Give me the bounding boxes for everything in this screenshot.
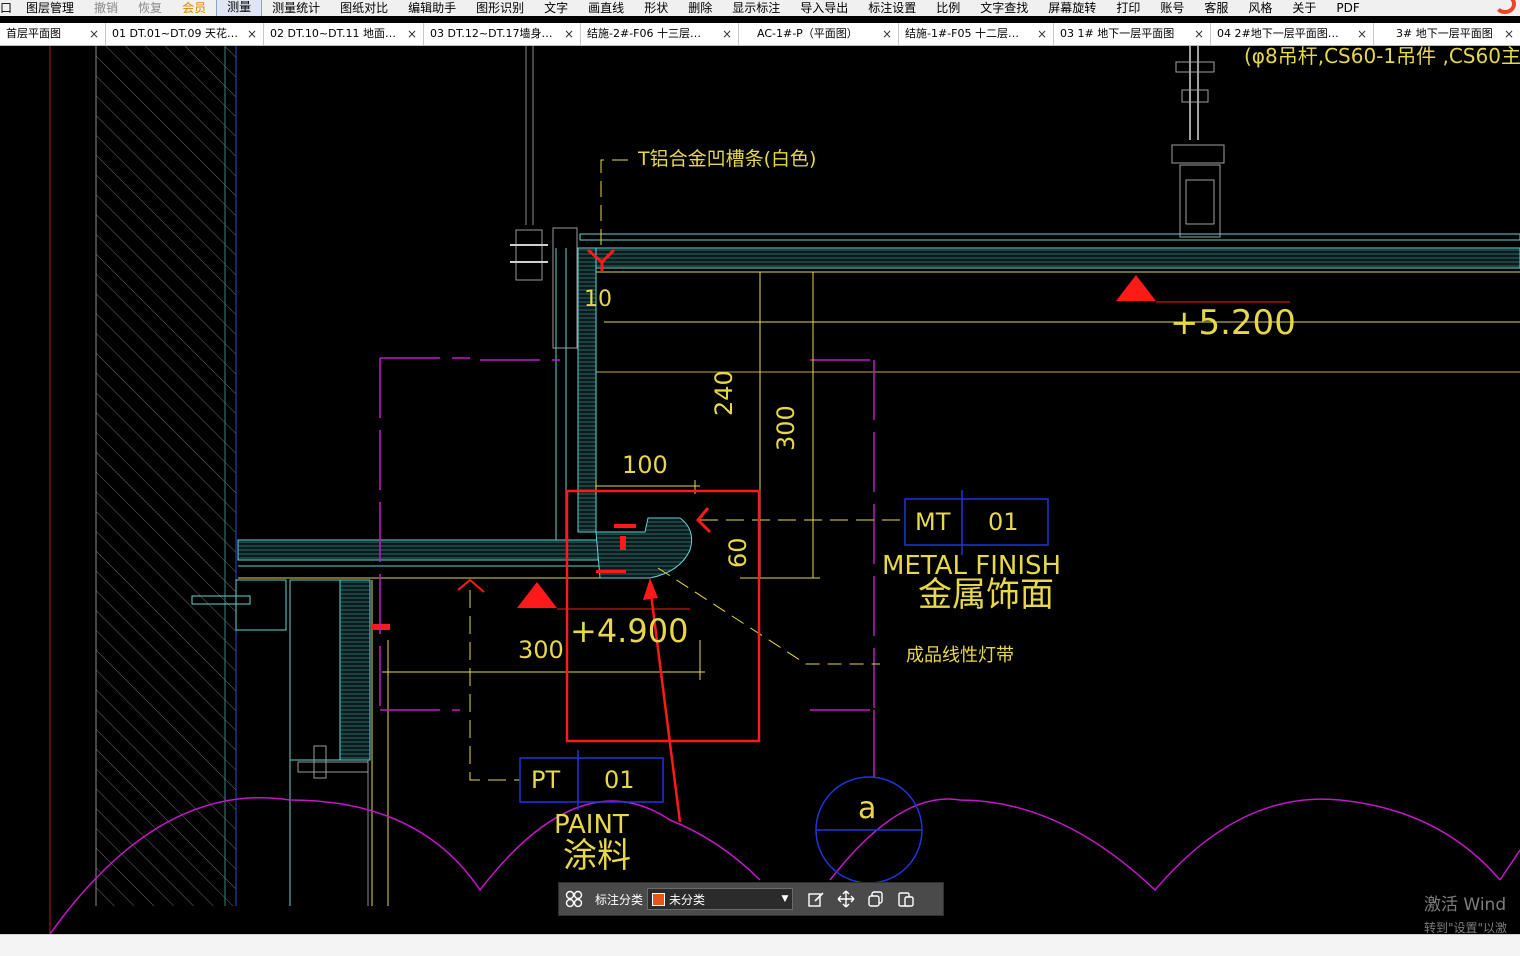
elevation-upper: +5.200 xyxy=(1170,303,1296,343)
tab-doc-6[interactable]: AC-1#-P（平面图） × xyxy=(739,23,899,45)
dim-10: 10 xyxy=(584,287,612,312)
tab-doc-3[interactable]: 02 DT.10~DT.11 地面… × xyxy=(264,23,424,45)
t-strip-label: T铝合金凹槽条(白色) xyxy=(638,148,817,170)
menu-measure-stats[interactable]: 测量统计 xyxy=(262,0,330,16)
menu-show-annotations[interactable]: 显示标注 xyxy=(722,0,790,16)
dim-300-horizontal: 300 xyxy=(518,636,564,664)
close-icon[interactable]: × xyxy=(564,23,574,45)
annotation-toolbar: 标注分类 未分类 ▼ xyxy=(558,882,944,916)
tab-label: 02 DT.10~DT.11 地面… xyxy=(270,27,396,40)
copy-icon[interactable] xyxy=(861,884,891,914)
menu-member[interactable]: 会员 xyxy=(172,0,216,16)
tab-label: 结施-2#-F06 十三层… xyxy=(587,27,701,40)
menu-layer-manage[interactable]: 图层管理 xyxy=(16,0,84,16)
tab-label: 03 DT.12~DT.17墙身… xyxy=(430,27,553,40)
close-icon[interactable]: × xyxy=(1194,23,1204,45)
category-select[interactable]: 未分类 ▼ xyxy=(647,888,794,910)
activation-watermark: 激活 Wind 转到"设置"以激 xyxy=(1424,890,1507,936)
wall-hatch xyxy=(96,46,236,906)
move-icon[interactable] xyxy=(831,884,861,914)
elevation-lower: +4.900 xyxy=(570,612,689,650)
menu-about[interactable]: 关于 xyxy=(1282,0,1326,16)
app-logo-icon xyxy=(1494,0,1516,14)
paste-icon[interactable] xyxy=(891,884,921,914)
tab-doc-4[interactable]: 03 DT.12~DT.17墙身… × xyxy=(424,23,581,45)
menu-item-0[interactable]: 口 xyxy=(0,0,16,16)
menu-edit-assistant[interactable]: 编辑助手 xyxy=(398,0,466,16)
grid-apps-icon[interactable] xyxy=(559,884,589,914)
dim-60: 60 xyxy=(724,537,752,568)
menu-shape[interactable]: 形状 xyxy=(634,0,678,16)
menu-annotation-settings[interactable]: 标注设置 xyxy=(858,0,926,16)
led-strip-label: 成品线性灯带 xyxy=(906,645,1014,666)
tab-doc-9[interactable]: 04 2#地下一层平面图… × xyxy=(1211,23,1374,45)
menu-pdf[interactable]: PDF xyxy=(1326,0,1369,16)
tab-label: 01 DT.01~DT.09 天花… xyxy=(112,27,238,40)
menu-draw-line[interactable]: 画直线 xyxy=(578,0,634,16)
menu-text[interactable]: 文字 xyxy=(534,0,578,16)
close-icon[interactable]: × xyxy=(1504,23,1514,45)
dim-300-vertical: 300 xyxy=(772,405,800,451)
dim-240: 240 xyxy=(710,370,738,416)
edit-icon[interactable] xyxy=(801,884,831,914)
tab-doc-1[interactable]: 首层平面图 × xyxy=(0,23,106,45)
section-mark-letter: a xyxy=(858,791,877,826)
menu-measure[interactable]: 测量 xyxy=(216,0,263,16)
dim-100: 100 xyxy=(622,451,668,479)
close-icon[interactable]: × xyxy=(1037,23,1047,45)
tag-mt-number: 01 xyxy=(988,508,1019,536)
close-icon[interactable]: × xyxy=(407,23,417,45)
cad-drawing xyxy=(49,46,1520,934)
tab-label: 04 2#地下一层平面图… xyxy=(1217,27,1339,40)
watermark-line-2: 转到"设置"以激 xyxy=(1424,921,1508,935)
tab-doc-7[interactable]: 结施-1#-F05 十二层… × xyxy=(899,23,1054,45)
close-icon[interactable]: × xyxy=(882,23,892,45)
watermark-line-1: 激活 Wind xyxy=(1424,895,1507,915)
paint-en: PAINT xyxy=(554,810,629,840)
chevron-down-icon: ▼ xyxy=(781,894,789,904)
menu-print[interactable]: 打印 xyxy=(1106,0,1150,16)
menu-undo[interactable]: 撤销 xyxy=(84,0,128,16)
document-tab-bar: 首层平面图 × 01 DT.01~DT.09 天花… × 02 DT.10~DT.1… xyxy=(0,23,1520,46)
menu-delete[interactable]: 删除 xyxy=(678,0,722,16)
status-strip xyxy=(0,934,1520,956)
tab-doc-2[interactable]: 01 DT.01~DT.09 天花… × xyxy=(106,23,264,45)
tab-label: 首层平面图 xyxy=(6,27,61,40)
close-icon[interactable]: × xyxy=(1357,23,1367,45)
menu-text-search[interactable]: 文字查找 xyxy=(970,0,1038,16)
menu-import-export[interactable]: 导入导出 xyxy=(790,0,858,16)
menu-screen-rotate[interactable]: 屏幕旋转 xyxy=(1038,0,1106,16)
close-icon[interactable]: × xyxy=(89,23,99,45)
menu-redo[interactable]: 恢复 xyxy=(128,0,172,16)
tab-label: 结施-1#-F05 十二层… xyxy=(905,27,1019,40)
tab-label: 03 1# 地下一层平面图 xyxy=(1060,27,1175,40)
tab-doc-8[interactable]: 03 1# 地下一层平面图 × xyxy=(1054,23,1211,45)
menu-drawing-compare[interactable]: 图纸对比 xyxy=(330,0,398,16)
tag-mt-code: MT xyxy=(915,508,951,536)
drawing-canvas[interactable]: (φ8吊杆,CS60-1吊件 ,CS60主 T铝合金凹槽条(白色) 10 +5.… xyxy=(0,46,1520,934)
close-icon[interactable]: × xyxy=(247,23,257,45)
menu-scale[interactable]: 比例 xyxy=(926,0,970,16)
category-value: 未分类 xyxy=(669,892,706,907)
metal-finish-cn: 金属饰面 xyxy=(918,575,1054,615)
menu-support[interactable]: 客服 xyxy=(1194,0,1238,16)
menu-bar: 口 图层管理 撤销 恢复 会员 测量 测量统计 图纸对比 编辑助手 图形识别 文… xyxy=(0,0,1520,16)
tab-doc-10[interactable]: 3# 地下一层平面图 × xyxy=(1374,23,1520,45)
tab-label: AC-1#-P（平面图） xyxy=(757,27,858,40)
category-label: 标注分类 xyxy=(595,892,644,907)
tag-pt-number: 01 xyxy=(604,766,635,794)
menu-shape-recognition[interactable]: 图形识别 xyxy=(466,0,534,16)
menu-account[interactable]: 账号 xyxy=(1150,0,1194,16)
category-color-swatch xyxy=(652,892,666,906)
tab-doc-5[interactable]: 结施-2#-F06 十三层… × xyxy=(581,23,739,45)
tab-label: 3# 地下一层平面图 xyxy=(1396,27,1493,40)
menu-style[interactable]: 风格 xyxy=(1238,0,1282,16)
paint-cn: 涂料 xyxy=(563,836,631,876)
close-icon[interactable]: × xyxy=(722,23,732,45)
hanger-note: (φ8吊杆,CS60-1吊件 ,CS60主 xyxy=(1244,44,1520,68)
tag-pt-code: PT xyxy=(531,766,561,794)
